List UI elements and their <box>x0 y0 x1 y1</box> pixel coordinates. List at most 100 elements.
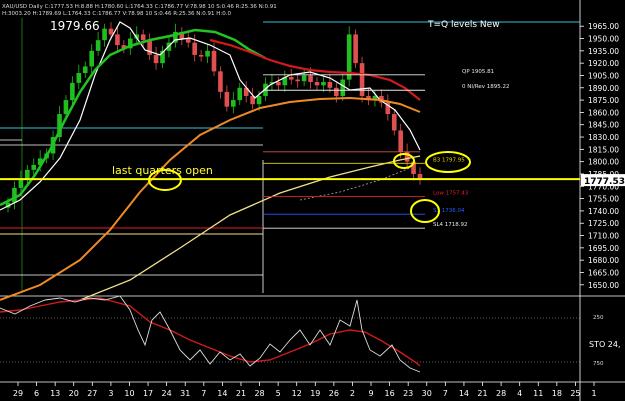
date-tick-label: 28 <box>496 389 506 398</box>
candle-body <box>89 50 94 67</box>
candle-body <box>391 114 397 131</box>
price-axis: 1965.00 1950.00 1935.00 1920.00 1905.00 1890.… <box>580 22 625 290</box>
moving-averages <box>0 21 421 301</box>
candle-body <box>295 79 300 82</box>
candle-body <box>327 82 333 88</box>
candle-body <box>237 87 243 101</box>
current-price-label: 1777.53 <box>584 177 625 187</box>
candle-body <box>31 164 37 170</box>
candle-body <box>340 79 346 96</box>
candle-body <box>218 71 223 92</box>
date-tick-label: 26 <box>329 389 339 398</box>
candle-body <box>70 82 75 101</box>
price-tick-label: 1890.00 <box>588 84 619 93</box>
candle-body <box>63 100 69 115</box>
level-label: 0 NI/Rev 1895.22 <box>462 84 510 90</box>
price-tick-label: 1710.00 <box>588 232 619 241</box>
candle-body <box>140 34 146 41</box>
candle-body <box>314 82 320 86</box>
date-tick-label: 3 <box>108 389 113 398</box>
date-tick-label: 14 <box>217 389 227 398</box>
oscillator-panel <box>0 295 580 373</box>
date-tick-label: 21 <box>477 389 487 398</box>
price-tick-label: 1875.00 <box>588 96 619 105</box>
level-label: Low 1757.43 <box>433 191 469 197</box>
date-tick-label: 2 <box>350 389 355 398</box>
candle-body <box>198 54 204 57</box>
date-tick-label: 9 <box>368 389 373 398</box>
candle-body <box>25 169 30 179</box>
date-tick-label: 23 <box>403 389 413 398</box>
price-tick-label: 1860.00 <box>588 108 619 117</box>
price-tick-label: 1650.00 <box>588 281 619 290</box>
top-right-label: T=Q levels New <box>427 20 500 30</box>
header-line-1: XAU/USD Daily C:1777.53 H:8.88 H:1780.60… <box>2 4 277 10</box>
candle-body <box>153 54 159 64</box>
price-tick-label: 1695.00 <box>588 244 619 253</box>
candle-body <box>211 50 217 72</box>
price-label: 1979.66 <box>50 19 100 33</box>
candle-body <box>288 77 294 80</box>
level-label: QP 1905.81 <box>462 69 494 75</box>
candle-body <box>308 75 313 83</box>
price-tick-label: 1905.00 <box>588 71 619 80</box>
price-tick-label: 1800.00 <box>588 158 619 167</box>
date-tick-label: 25 <box>570 389 580 398</box>
candle-body <box>115 34 120 46</box>
candle-body <box>108 28 114 35</box>
price-tick-label: 1665.00 <box>588 268 619 277</box>
candle-body <box>256 95 262 105</box>
date-tick-label: 13 <box>50 389 60 398</box>
price-tick-label: 1815.00 <box>588 145 619 154</box>
date-tick-label: 6 <box>34 389 39 398</box>
candle-body <box>334 87 339 96</box>
candle-body <box>192 42 197 55</box>
candle-body <box>82 66 88 73</box>
date-tick-label: 19 <box>310 389 320 398</box>
date-tick-label: 21 <box>236 389 246 398</box>
date-tick-label: 24 <box>162 389 172 398</box>
chart-window: QP 1905.81 0 NI/Rev 1895.22 B3 1797.95 Low … <box>0 0 625 401</box>
date-tick-label: 11 <box>533 389 543 398</box>
candle-body <box>205 50 210 57</box>
osc-tick-250: 250 <box>593 315 604 321</box>
date-tick-label: 1 <box>591 389 596 398</box>
annotations <box>148 151 471 223</box>
price-chart[interactable]: QP 1905.81 0 NI/Rev 1895.22 B3 1797.95 Low … <box>0 0 625 401</box>
level-label: B3 1797.95 <box>433 157 465 163</box>
candle-body <box>276 82 281 86</box>
level-lines: QP 1905.81 0 NI/Rev 1895.22 B3 1797.95 Low … <box>0 69 580 229</box>
candle-body <box>224 91 230 107</box>
date-tick-label: 16 <box>385 389 395 398</box>
candle-body <box>353 34 358 64</box>
date-tick-label: 28 <box>254 389 264 398</box>
price-tick-label: 1725.00 <box>588 219 619 228</box>
last-quarters-open-label: last quarters open <box>112 164 213 177</box>
candle-body <box>147 40 152 55</box>
date-tick-label: 12 <box>292 389 302 398</box>
date-tick-label: 10 <box>124 389 134 398</box>
candle-body <box>231 100 236 107</box>
level-label: SL4 1718.92 <box>433 222 468 228</box>
price-tick-label: 1680.00 <box>588 256 619 265</box>
date-tick-label: 7 <box>443 389 448 398</box>
date-axis: 29 6 13 20 27 3 10 17 24 31 7 14 21 28 5 12 19 26 2 9 16 23 30… <box>13 382 597 398</box>
date-tick-label: 7 <box>201 389 206 398</box>
date-tick-label: 27 <box>87 389 97 398</box>
candle-body <box>301 75 307 82</box>
candle-body <box>12 187 17 203</box>
price-tick-label: 1935.00 <box>588 47 619 56</box>
candle-body <box>321 82 326 86</box>
price-tick-label: 1845.00 <box>588 121 619 130</box>
date-tick-label: 20 <box>69 389 79 398</box>
date-tick-label: 14 <box>459 389 469 398</box>
date-tick-label: 5 <box>276 389 281 398</box>
candle-body <box>18 178 24 188</box>
date-tick-label: 17 <box>143 389 153 398</box>
candle-body <box>76 73 82 83</box>
candle-body <box>359 63 365 96</box>
price-tick-label: 1740.00 <box>588 207 619 216</box>
osc-main-line <box>0 295 421 373</box>
price-tick-label: 1920.00 <box>588 59 619 68</box>
date-tick-label: 31 <box>180 389 190 398</box>
